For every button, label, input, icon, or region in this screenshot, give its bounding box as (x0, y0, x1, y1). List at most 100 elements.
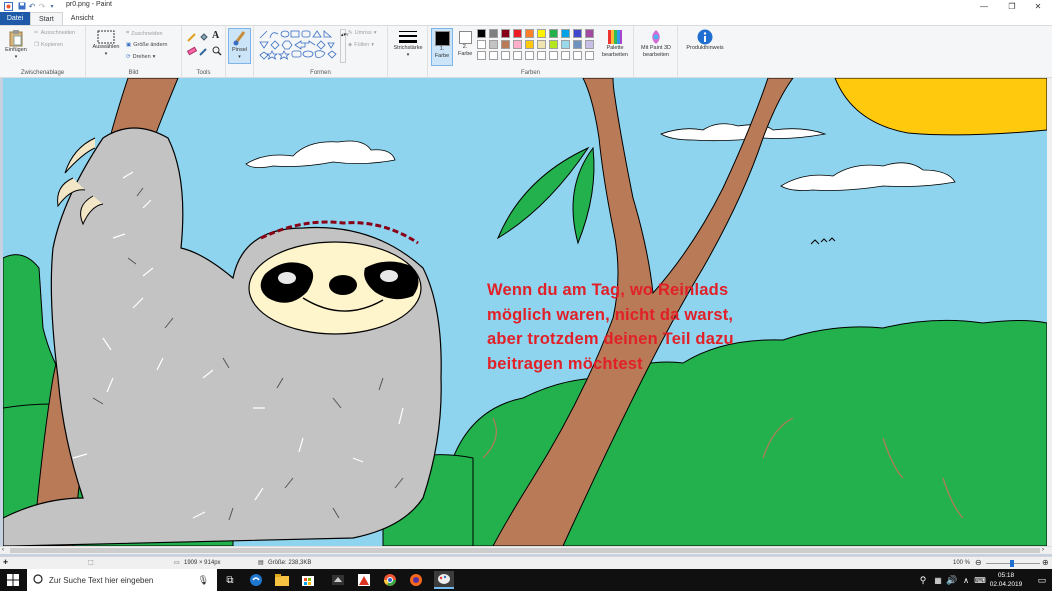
scroll-thumb[interactable] (10, 548, 1040, 553)
paint3d-button[interactable]: Mit Paint 3D bearbeiten (636, 29, 676, 59)
crop-button[interactable]: ⌗ Zuschneiden (126, 30, 163, 37)
cloud (245, 140, 396, 168)
close-button[interactable]: ✕ (1024, 0, 1052, 12)
magnifier-icon[interactable] (212, 46, 222, 56)
palette-color-swatch[interactable] (477, 51, 486, 60)
fill-button[interactable]: ◈ Füllen ▾ (348, 42, 374, 48)
palette-color-swatch[interactable] (489, 29, 498, 38)
paste-button[interactable]: Einfügen ▾ (3, 29, 29, 61)
palette-color-swatch[interactable] (501, 40, 510, 49)
palette-color-swatch[interactable] (513, 51, 522, 60)
windows-start-icon[interactable] (5, 572, 21, 588)
drawing-canvas[interactable]: Wenn du am Tag, wo Reinlads möglich ware… (3, 78, 1047, 546)
palette-color-swatch[interactable] (477, 29, 486, 38)
palette-color-swatch[interactable] (525, 29, 534, 38)
scroll-right-arrow[interactable]: › (1042, 547, 1044, 553)
game-app-icon[interactable] (330, 572, 346, 588)
edge-icon[interactable] (248, 572, 264, 588)
title-bar: ↶ ↷ ▾ pr0.png - Paint — ❐ ✕ (0, 0, 1052, 12)
cut-button[interactable]: ✂ Ausschneiden (34, 30, 75, 36)
rotate-button[interactable]: ⟳ Drehen ▾ (126, 54, 155, 60)
clock[interactable]: 05:18 02.04.2019 (986, 571, 1026, 589)
zoom-slider-thumb[interactable] (1010, 560, 1014, 567)
people-icon[interactable]: ⚲ (915, 572, 931, 588)
palette-color-swatch[interactable] (489, 40, 498, 49)
palette-color-swatch[interactable] (513, 40, 522, 49)
palette-icon (607, 29, 623, 45)
zoom-in-button[interactable]: ⊕ (1042, 558, 1049, 567)
palette-color-swatch[interactable] (525, 40, 534, 49)
save-icon[interactable] (17, 1, 27, 11)
taskbar-search[interactable]: Zur Suche Text hier eingeben 🎙 (27, 569, 217, 591)
zoom-out-button[interactable]: ⊖ (975, 558, 982, 567)
canvas-text-line: beitragen möchtest (487, 354, 643, 373)
resize-button[interactable]: ▣ Größe ändern (126, 42, 167, 48)
undo-icon[interactable]: ↶ (27, 1, 37, 11)
task-view-icon[interactable]: ⧉ (222, 572, 238, 588)
shapes-scroll[interactable]: ▴▾▿ (340, 29, 349, 63)
pencil-icon[interactable] (187, 32, 197, 42)
file-size-icon: ▤ (258, 560, 264, 566)
horizontal-scrollbar[interactable]: ‹ › (0, 546, 1052, 554)
palette-color-swatch[interactable] (537, 51, 546, 60)
brushes-button[interactable]: Pinsel ▾ (228, 28, 251, 64)
red-app-icon[interactable] (356, 572, 372, 588)
fill-bucket-icon[interactable] (199, 32, 209, 42)
color2-button[interactable]: 2. Farbe (455, 28, 475, 66)
palette-color-swatch[interactable] (585, 40, 594, 49)
clock-date: 02.04.2019 (989, 581, 1023, 588)
paint3d-label: Mit Paint 3D bearbeiten (641, 45, 671, 58)
edit-palette-button[interactable]: Palette bearbeiten (598, 29, 632, 59)
select-button[interactable]: Auswählen ▾ (90, 30, 122, 58)
copy-button[interactable]: ❐ Kopieren (34, 42, 63, 48)
palette-color-swatch[interactable] (501, 29, 510, 38)
file-explorer-icon[interactable] (274, 572, 290, 588)
zoom-slider[interactable] (986, 560, 1040, 567)
palette-color-swatch[interactable] (477, 40, 486, 49)
palette-color-swatch[interactable] (537, 40, 546, 49)
scroll-left-arrow[interactable]: ‹ (2, 547, 4, 553)
outline-button[interactable]: ✎ Umriss ▾ (348, 30, 376, 36)
paint-taskbar-icon[interactable] (434, 571, 454, 589)
eraser-icon[interactable] (186, 46, 198, 56)
redo-icon[interactable]: ↷ (37, 1, 47, 11)
palette-color-swatch[interactable] (585, 51, 594, 60)
palette-color-swatch[interactable] (549, 51, 558, 60)
palette-color-swatch[interactable] (561, 40, 570, 49)
palette-color-swatch[interactable] (585, 29, 594, 38)
palette-color-swatch[interactable] (573, 29, 582, 38)
firefox-icon[interactable] (408, 572, 424, 588)
tab-file[interactable]: Datei (0, 12, 30, 25)
tab-view[interactable]: Ansicht (63, 12, 102, 25)
palette-color-swatch[interactable] (561, 29, 570, 38)
tab-home[interactable]: Start (30, 12, 63, 25)
palette-color-swatch[interactable] (525, 51, 534, 60)
microphone-icon[interactable]: 🎙 (198, 575, 209, 586)
shapes-gallery[interactable] (258, 29, 338, 63)
palette-color-swatch[interactable] (501, 51, 510, 60)
chrome-icon[interactable] (382, 572, 398, 588)
palette-color-swatch[interactable] (549, 40, 558, 49)
store-icon[interactable] (300, 572, 316, 588)
palette-color-swatch[interactable] (489, 51, 498, 60)
color-picker-icon[interactable] (199, 46, 209, 56)
text-tool-icon[interactable]: A (212, 30, 219, 41)
color1-button[interactable]: 1. Farbe (431, 28, 453, 66)
copy-icon: ❐ (34, 42, 39, 48)
palette-color-swatch[interactable] (549, 29, 558, 38)
product-alert-button[interactable]: Produkthinweis (680, 29, 730, 52)
palette-color-swatch[interactable] (573, 40, 582, 49)
palette-color-swatch[interactable] (513, 29, 522, 38)
customize-icon[interactable]: ▾ (47, 1, 57, 11)
ribbon-tabs: Datei Start Ansicht (0, 12, 1052, 25)
action-center-icon[interactable]: ▭ (1034, 572, 1050, 588)
stroke-width-button[interactable]: Strichstärke ▾ (391, 29, 425, 59)
stroke-width-label: Strichstärke (393, 45, 423, 51)
bird (810, 237, 836, 245)
vertical-scrollbar[interactable] (1047, 78, 1052, 546)
palette-color-swatch[interactable] (561, 51, 570, 60)
palette-color-swatch[interactable] (573, 51, 582, 60)
maximize-button[interactable]: ❐ (998, 0, 1026, 12)
palette-color-swatch[interactable] (537, 29, 546, 38)
minimize-button[interactable]: — (970, 0, 998, 12)
